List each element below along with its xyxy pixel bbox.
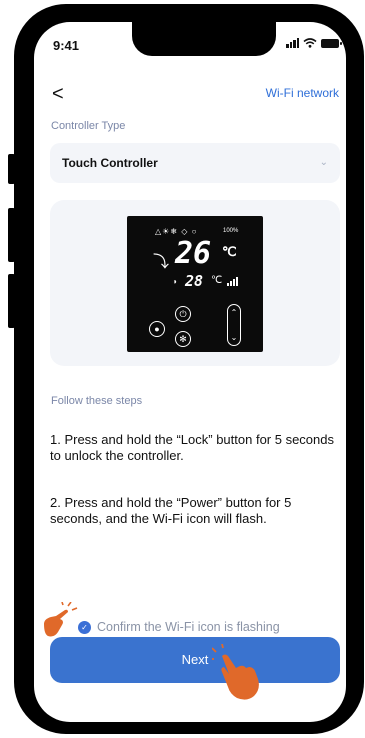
fan-icon: ✻	[175, 331, 191, 347]
lcd-humidity: 100%	[223, 228, 239, 234]
lcd-set-unit: ℃	[222, 244, 237, 259]
lcd-room-unit: ℃	[211, 275, 223, 286]
lcd-indoor-icon: ⤵	[153, 254, 170, 271]
wifi-network-link[interactable]: Wi-Fi network	[266, 86, 339, 100]
up-down-buttons: ⌃ ⌄	[227, 304, 241, 346]
lcd-set-temp: 26	[175, 236, 212, 271]
chevron-down-icon: ⌄	[319, 157, 328, 168]
checkmark-icon: ✓	[78, 620, 91, 634]
signal-icon	[286, 38, 299, 48]
confirm-text: Confirm the Wi-Fi icon is flashing	[97, 620, 280, 634]
chevron-up-icon: ⌃	[230, 308, 238, 317]
wifi-icon	[303, 38, 317, 48]
controller-type-value: Touch Controller	[62, 156, 158, 170]
device-preview-panel: △☀❄ ◇ ○ 100% ⤵ 26 ℃ ◑ 28 ℃ ⏻ ● ✻ ⌃ ⌄	[50, 200, 340, 366]
hand-pointer-icon	[212, 644, 259, 700]
next-button[interactable]: Next	[50, 637, 340, 683]
confirm-checkbox[interactable]: ✓ Confirm the Wi-Fi icon is flashing	[78, 620, 280, 634]
status-icons	[286, 38, 342, 48]
step-2-text: 2. Press and hold the “Power” button for…	[50, 495, 292, 526]
hand-pointer-icon	[44, 602, 78, 637]
thermostat-image: △☀❄ ◇ ○ 100% ⤵ 26 ℃ ◑ 28 ℃ ⏻ ● ✻ ⌃ ⌄	[127, 216, 263, 352]
lcd-status-icons: △☀❄ ◇ ○	[155, 227, 198, 236]
chevron-down-icon: ⌄	[230, 333, 238, 342]
power-icon: ⏻	[175, 306, 191, 322]
back-button[interactable]: <	[52, 84, 64, 104]
steps-heading: Follow these steps	[51, 395, 143, 407]
controller-type-label: Controller Type	[51, 120, 126, 132]
lock-icon: ●	[149, 321, 165, 337]
next-button-label: Next	[181, 652, 209, 667]
lcd-signal-icon	[227, 276, 238, 286]
phone-notch	[132, 22, 276, 56]
lcd-room-temp: 28	[185, 272, 204, 290]
status-time: 9:41	[53, 38, 80, 53]
app-screen: 9:41 < Wi-Fi network Controller Type Tou…	[34, 22, 346, 722]
battery-icon	[321, 38, 342, 48]
lcd-room-icon: ◑	[172, 277, 177, 286]
step-1-text: 1. Press and hold the “Lock” button for …	[50, 432, 335, 463]
controller-type-dropdown[interactable]: Touch Controller ⌄	[50, 143, 340, 183]
